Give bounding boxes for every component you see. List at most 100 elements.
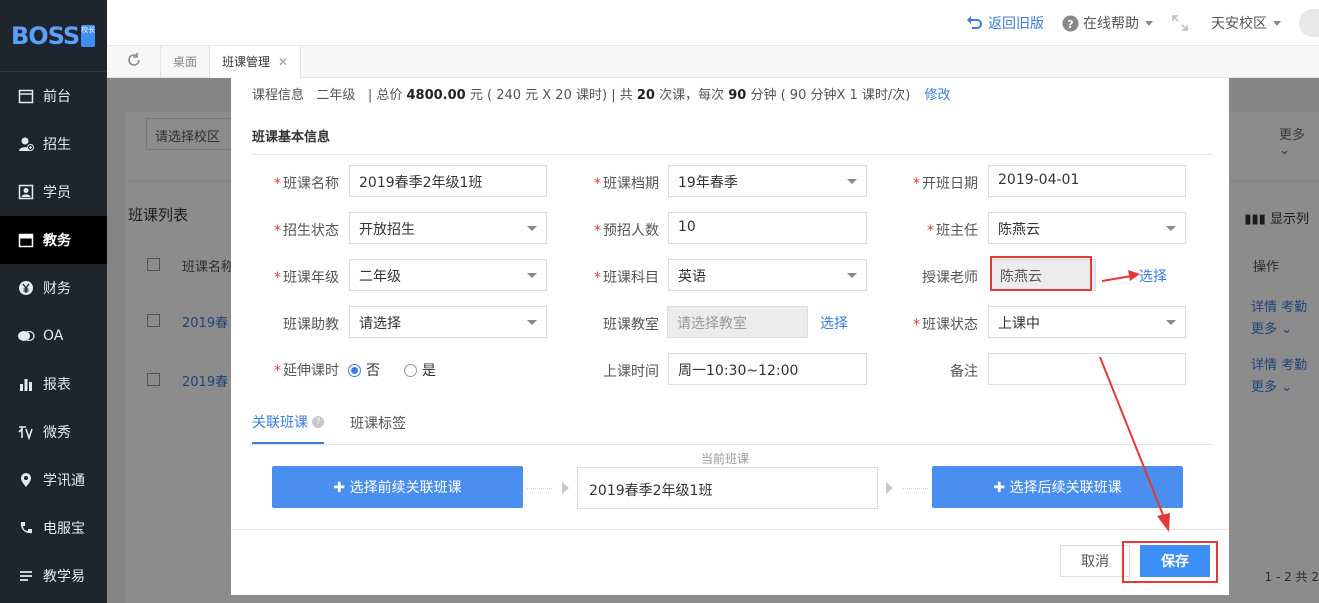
schedule-input[interactable]: 周一10:30~12:00	[668, 353, 867, 385]
sidebar-item-academic[interactable]: 教务	[0, 216, 107, 264]
tab-class-management[interactable]: 班课管理 ✕	[210, 45, 302, 78]
course-info-label: 课程信息	[252, 88, 305, 103]
sidebar-item-students[interactable]: 学员	[0, 168, 107, 216]
divider	[252, 154, 1211, 155]
save-highlight-box	[1122, 541, 1218, 583]
online-help-label: 在线帮助	[1083, 16, 1139, 32]
teacher-highlight-box	[990, 256, 1092, 291]
campus-label: 天安校区	[1211, 16, 1267, 32]
select-next-class-button[interactable]: ✚ 选择后续关联班课	[932, 466, 1183, 508]
minutes-suffix: 分钟 ( 90 分钟X 1 课时/次)	[750, 88, 911, 103]
classroom-input[interactable]: 请选择教室	[667, 306, 808, 338]
sidebar-item-front-desk[interactable]: 前台	[0, 72, 107, 120]
assistant-select[interactable]: 请选择	[349, 306, 547, 338]
cancel-button[interactable]: 取消	[1060, 545, 1130, 577]
tab-label: 桌面	[173, 55, 198, 69]
arrow-right-icon	[562, 482, 569, 494]
logo[interactable]: BOSS 校长	[0, 0, 107, 72]
planned-count-input[interactable]: 10	[668, 212, 867, 244]
chevron-down-icon	[527, 320, 537, 325]
total-suffix: 元 ( 240 元 X 20 课时) | 共	[469, 88, 633, 103]
calendar-icon	[17, 231, 35, 249]
sidebar-item-jiaoxueyi[interactable]: 教学易	[0, 552, 107, 600]
edit-course-link[interactable]: 修改	[925, 88, 951, 103]
chevron-down-icon	[847, 273, 857, 278]
student-card-icon	[17, 183, 35, 201]
sidebar-item-label: 教务	[43, 233, 71, 249]
bar-chart-icon	[17, 375, 35, 393]
header-actions: 返回旧版 ? 在线帮助 天安校区	[966, 0, 1319, 46]
sidebar-item-weixiu[interactable]: 微秀	[0, 408, 107, 456]
logo-badge: 校长	[81, 24, 96, 47]
arrow-right-icon	[886, 482, 893, 494]
enroll-status-select[interactable]: 开放招生	[349, 212, 547, 244]
sidebar-item-label: OA	[43, 328, 64, 344]
class-status-select[interactable]: 上课中	[988, 306, 1186, 338]
start-date-label: * 开班日期	[913, 176, 978, 192]
campus-switch-menu[interactable]: 天安校区	[1211, 13, 1281, 33]
user-add-icon	[17, 135, 35, 153]
tab-bar: 桌面 班课管理 ✕	[107, 45, 1319, 78]
current-class-label: 当前班课	[701, 452, 750, 466]
remark-input[interactable]	[988, 353, 1186, 385]
teacher-select-link[interactable]: 选择	[1139, 266, 1167, 286]
tab-class-tags[interactable]: 班课标签	[350, 412, 406, 444]
sidebar-item-xuexuntong[interactable]: 学讯通	[0, 456, 107, 504]
divider	[231, 529, 1229, 530]
chevron-down-icon	[527, 273, 537, 278]
chevron-down-icon	[1166, 226, 1176, 231]
refresh-icon	[126, 52, 142, 72]
tab-related-classes[interactable]: 关联班课?	[252, 412, 324, 444]
extend-yes-radio[interactable]: 是	[404, 360, 436, 380]
refresh-button[interactable]	[107, 45, 161, 78]
class-name-input[interactable]: 2019春季2年级1班	[349, 165, 547, 197]
term-select[interactable]: 19年春季	[668, 165, 867, 197]
head-teacher-select[interactable]: 陈燕云	[988, 212, 1186, 244]
sidebar-item-oa[interactable]: OA	[0, 312, 107, 360]
subject-select[interactable]: 英语	[668, 259, 867, 291]
course-info: 课程信息 二年级 | 总价 4800.00 元 ( 240 元 X 20 课时)…	[252, 84, 951, 103]
lesson-minutes: 90	[728, 88, 747, 103]
class-status-label: * 班课状态	[913, 317, 978, 333]
fullscreen-icon	[1171, 14, 1189, 32]
phone-service-icon	[17, 519, 35, 537]
chevron-down-icon	[527, 226, 537, 231]
chevron-down-icon	[1145, 20, 1153, 26]
lesson-mid: 次课，每次	[659, 88, 725, 103]
edit-class-modal: 课程信息 二年级 | 总价 4800.00 元 ( 240 元 X 20 课时)…	[231, 78, 1229, 595]
online-help-menu[interactable]: ? 在线帮助	[1062, 13, 1153, 33]
top-header: 返回旧版 ? 在线帮助 天安校区	[107, 0, 1319, 46]
avatar[interactable]	[1299, 9, 1319, 37]
fullscreen-button[interactable]	[1171, 14, 1193, 32]
extend-no-radio[interactable]: 否	[348, 360, 380, 380]
sidebar-item-enroll[interactable]: 招生	[0, 120, 107, 168]
select-prev-class-button[interactable]: ✚ 选择前续关联班课	[272, 466, 523, 508]
classroom-select-link[interactable]: 选择	[820, 313, 848, 333]
tab-desk[interactable]: 桌面	[161, 45, 211, 78]
grade-select[interactable]: 二年级	[349, 259, 547, 291]
start-date-input[interactable]: 2019-04-01	[988, 165, 1186, 197]
sidebar-item-dianfubao[interactable]: 电服宝	[0, 504, 107, 552]
sidebar-item-label: 电服宝	[43, 521, 85, 537]
planned-count-label: * 预招人数	[594, 223, 659, 239]
chat-icon	[17, 327, 35, 345]
class-name-label: * 班课名称	[274, 176, 339, 192]
grade-label: * 班课年级	[274, 270, 339, 286]
sidebar-item-reports[interactable]: 报表	[0, 360, 107, 408]
divider	[252, 444, 1211, 445]
yen-icon	[17, 279, 35, 297]
connector-line	[527, 488, 552, 489]
sidebar-item-label: 学讯通	[43, 473, 85, 489]
radio-unchecked-icon	[404, 363, 417, 377]
close-icon[interactable]: ✕	[278, 55, 288, 69]
help-circle-icon: ?	[1062, 15, 1079, 32]
svg-text:?: ?	[1067, 18, 1073, 31]
sidebar-item-label: 财务	[43, 281, 71, 297]
help-icon: ?	[312, 416, 324, 428]
current-class-box: 2019春季2年级1班	[577, 467, 878, 509]
assistant-label: 班课助教	[283, 317, 339, 333]
teaching-icon	[17, 567, 35, 585]
sidebar-item-finance[interactable]: 财务	[0, 264, 107, 312]
lesson-count: 20	[636, 88, 655, 103]
back-old-version-link[interactable]: 返回旧版	[966, 13, 1044, 33]
